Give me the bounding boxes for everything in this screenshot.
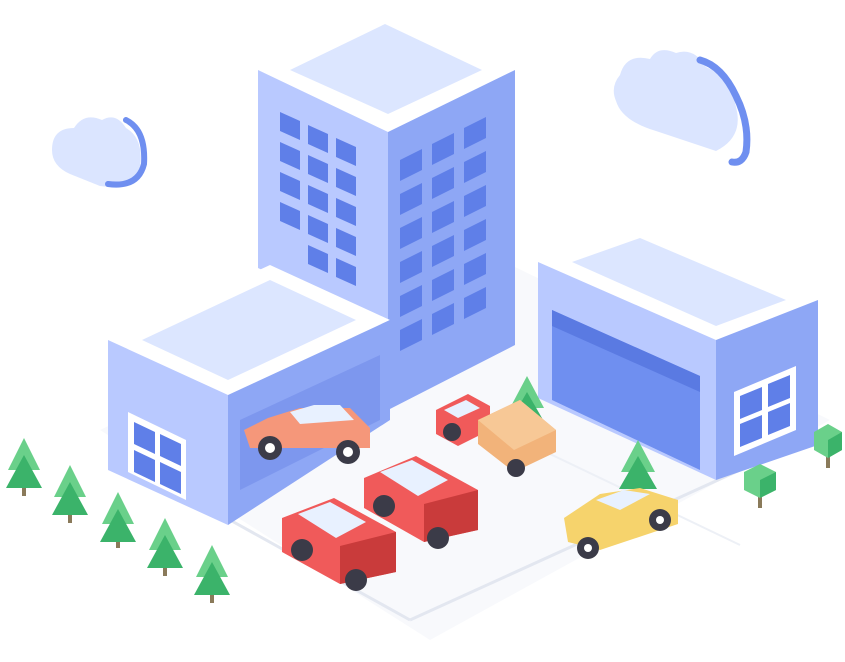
illustration-canvas [6,8,842,640]
tree-icon [52,465,88,523]
cloud-icon [52,117,148,188]
tree-icon [814,424,842,468]
tree-icon [147,518,183,576]
tree-icon [6,438,42,496]
cloud-icon [613,50,751,166]
tree-icon [744,464,776,508]
tree-icon [194,545,230,603]
tree-icon [100,492,136,548]
isometric-city-illustration [0,0,845,662]
